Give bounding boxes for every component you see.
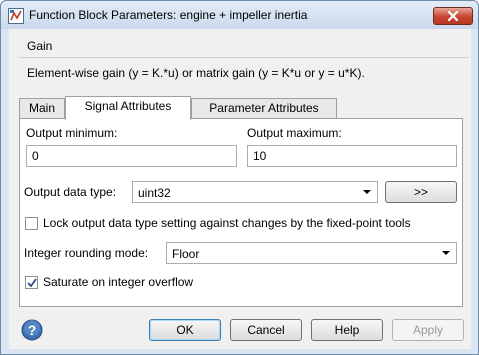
output-data-type-select[interactable]: uint32 xyxy=(132,181,378,203)
output-maximum-label: Output maximum: xyxy=(247,126,342,140)
integer-rounding-mode-value: Floor xyxy=(172,247,200,261)
output-minimum-field[interactable] xyxy=(26,145,237,167)
simulink-block-icon xyxy=(8,8,24,24)
close-button[interactable] xyxy=(433,7,473,25)
dialog-client-area: Gain Element-wise gain (y = K.*u) or mat… xyxy=(9,29,471,349)
group-divider xyxy=(19,57,469,58)
tab-main[interactable]: Main xyxy=(19,98,65,119)
help-icon[interactable]: ? xyxy=(21,319,43,341)
integer-rounding-mode-select[interactable]: Floor xyxy=(166,242,457,264)
chevron-down-icon xyxy=(363,190,371,194)
block-name: Gain xyxy=(27,39,53,53)
data-type-assistant-button[interactable]: >> xyxy=(385,181,457,203)
integer-rounding-mode-label: Integer rounding mode: xyxy=(24,246,149,260)
output-data-type-value: uint32 xyxy=(138,186,171,200)
title-bar[interactable]: Function Block Parameters: engine + impe… xyxy=(1,1,478,29)
block-description-group xyxy=(16,36,466,88)
help-button[interactable]: Help xyxy=(311,319,383,341)
lock-data-type-checkbox[interactable] xyxy=(25,217,38,230)
signal-attributes-panel: Output minimum: Output maximum: Output d… xyxy=(19,118,463,307)
cancel-button[interactable]: Cancel xyxy=(230,319,302,341)
output-data-type-label: Output data type: xyxy=(24,185,117,199)
ok-button[interactable]: OK xyxy=(149,319,221,341)
block-description: Element-wise gain (y = K.*u) or matrix g… xyxy=(27,66,365,80)
tab-signal-attributes[interactable]: Signal Attributes xyxy=(65,96,191,120)
saturate-overflow-checkbox[interactable] xyxy=(25,276,38,289)
lock-data-type-label: Lock output data type setting against ch… xyxy=(43,216,411,230)
svg-text:?: ? xyxy=(28,322,37,338)
close-icon xyxy=(447,11,459,21)
chevron-down-icon xyxy=(442,251,450,255)
saturate-overflow-label: Saturate on integer overflow xyxy=(43,275,194,289)
dialog-window: Function Block Parameters: engine + impe… xyxy=(0,0,479,355)
output-maximum-field[interactable] xyxy=(247,145,457,167)
window-title: Function Block Parameters: engine + impe… xyxy=(29,8,308,22)
apply-button[interactable]: Apply xyxy=(392,319,464,341)
tab-parameter-attributes[interactable]: Parameter Attributes xyxy=(191,98,337,119)
checkmark-icon xyxy=(27,278,37,288)
output-minimum-label: Output minimum: xyxy=(26,126,118,140)
